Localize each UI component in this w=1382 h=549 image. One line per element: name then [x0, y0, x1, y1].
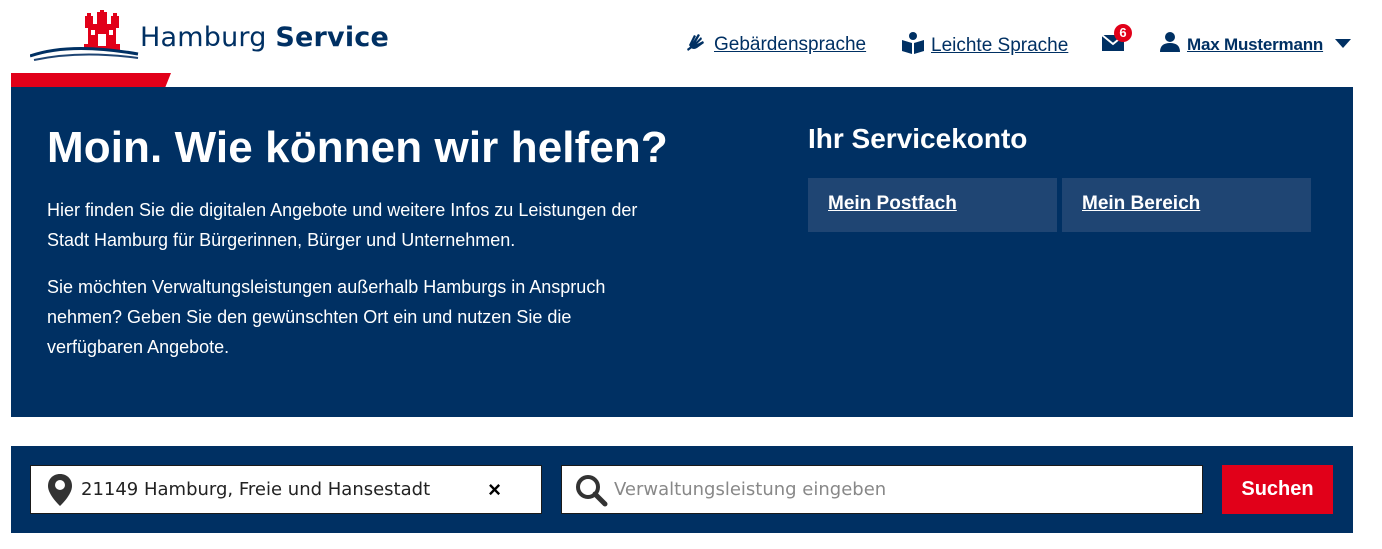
mein-bereich-button[interactable]: Mein Bereich — [1062, 178, 1311, 232]
hero-title: Moin. Wie können wir helfen? — [47, 123, 668, 172]
map-pin-icon — [31, 473, 73, 507]
person-icon — [1159, 31, 1181, 58]
hero-location-text: Sie möchten Verwaltungsleistungen außerh… — [47, 277, 606, 357]
location-field[interactable]: 21149 Hamburg, Freie und Hansestadt × — [30, 465, 542, 514]
logo-text: Hamburg Service — [140, 22, 390, 53]
user-menu[interactable]: Max Mustermann — [1159, 31, 1352, 58]
magnifier-icon — [562, 473, 608, 507]
easy-language-label: Leichte Sprache — [931, 35, 1069, 56]
servicekonto-title: Ihr Servicekonto — [808, 123, 1028, 154]
location-value: 21149 Hamburg, Freie und Hansestadt — [81, 479, 431, 500]
search-section: 21149 Hamburg, Freie und Hansestadt × Su… — [11, 446, 1353, 533]
sign-language-link[interactable]: Gebärdensprache — [686, 31, 866, 59]
sign-language-hands-icon — [686, 31, 708, 59]
service-search-input[interactable] — [614, 469, 1194, 510]
hamburg-castle-icon — [30, 10, 139, 61]
clear-location-icon[interactable]: × — [488, 477, 501, 503]
service-search-field[interactable] — [561, 465, 1203, 514]
search-button[interactable]: Suchen — [1222, 465, 1333, 514]
mein-postfach-button[interactable]: Mein Postfach — [808, 178, 1057, 232]
hero-section: Moin. Wie können wir helfen? Hier finden… — [11, 87, 1353, 417]
sign-language-label: Gebärdensprache — [714, 34, 867, 55]
mailbox-button[interactable]: 6 — [1101, 24, 1133, 54]
user-name: Max Mustermann — [1187, 34, 1324, 54]
book-reader-icon — [901, 31, 925, 61]
caret-down-icon — [1335, 36, 1352, 54]
easy-language-link[interactable]: Leichte Sprache — [901, 31, 1068, 61]
hero-intro-text: Hier finden Sie die digitalen Angebote u… — [47, 200, 638, 250]
unread-count-badge: 6 — [1114, 24, 1132, 42]
hamburg-service-logo[interactable]: Hamburg Service — [30, 10, 390, 64]
